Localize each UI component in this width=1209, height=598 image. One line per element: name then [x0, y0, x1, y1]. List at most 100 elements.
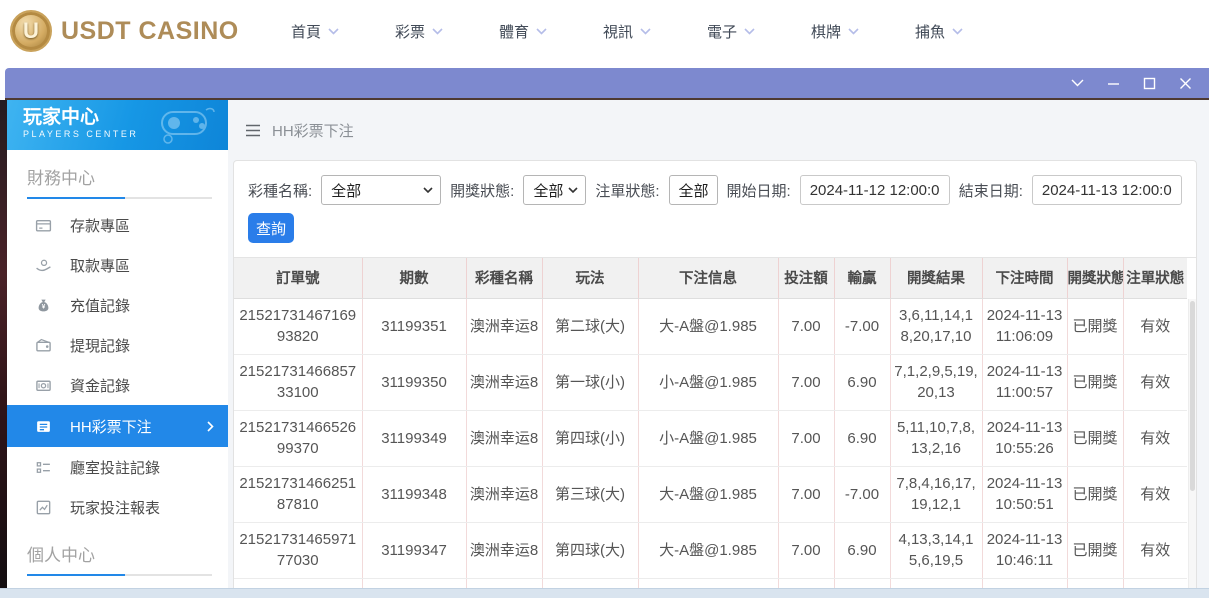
sidebar-item-room-bet-record[interactable]: 廳室投註記錄: [7, 447, 228, 487]
table-cell: 6.90: [834, 354, 891, 411]
table-cell: 7.00: [778, 466, 835, 523]
column-header: 注單狀態: [1123, 258, 1187, 299]
sidebar-item-recharge-record[interactable]: ¥ 充值記錄: [7, 285, 228, 325]
chevron-down-icon: [536, 27, 547, 35]
nav-label: 捕魚: [915, 23, 946, 41]
chevron-down-icon: [568, 187, 578, 193]
table-cell: 2024-11-13 11:06:09: [982, 298, 1068, 355]
table-cell: 有效: [1123, 522, 1187, 579]
table-cell: 4,13,3,14,15,6,19,5: [890, 522, 983, 579]
table-cell: 5,11,10,7,8,13,2,16: [890, 410, 983, 467]
window-maximize-icon[interactable]: [1142, 76, 1157, 91]
content-card: 彩種名稱: 全部 開獎狀態: 全部 注單狀態: 全部 開始日期: 2024-11…: [233, 160, 1197, 598]
chevron-right-icon: [207, 420, 214, 432]
hamburger-icon[interactable]: [245, 124, 261, 137]
nav-item-cards[interactable]: 棋牌: [811, 21, 915, 42]
nav-label: 首頁: [291, 23, 322, 41]
report-icon: [35, 499, 52, 516]
vertical-scrollbar[interactable]: [1188, 299, 1196, 598]
chevron-down-icon: [708, 189, 710, 191]
nav-label: 棋牌: [811, 23, 842, 41]
table-row: 2152173146597177030 31199347 澳洲幸运8 第四球(大) 大-…: [234, 522, 1187, 579]
filter-area: 彩種名稱: 全部 開獎狀態: 全部 注單狀態: 全部 開始日期: 2024-11…: [234, 161, 1196, 257]
sidebar-header: 玩家中心 PLAYERS CENTER: [7, 100, 228, 150]
draw-status-select[interactable]: 全部: [523, 175, 587, 205]
table-cell: 第四球(小): [542, 410, 639, 467]
lottery-name-select[interactable]: 全部: [321, 175, 442, 205]
nav-item-sports[interactable]: 體育: [499, 21, 603, 42]
room-record-icon: [35, 459, 52, 476]
table-header-row: 訂單號 期數 彩種名稱 玩法 下注信息 投注額 輸贏 開獎結果 下注時間 開獎狀態 注單狀態: [234, 258, 1187, 299]
sidebar-item-deposit[interactable]: 存款專區: [7, 205, 228, 245]
table-cell: 已開獎: [1067, 466, 1124, 523]
table-cell: 2024-11-13 11:00:57: [982, 354, 1068, 411]
nav-item-slots[interactable]: 電子: [707, 21, 811, 42]
chevron-down-icon: [432, 27, 443, 35]
sidebar-item-withdraw[interactable]: 取款專區: [7, 245, 228, 285]
table-cell: 第一球(小): [542, 354, 639, 411]
nav-item-fishing[interactable]: 捕魚: [915, 21, 1019, 42]
main-menu: 首頁 彩票 體育 視訊 電子 棋牌 捕魚: [291, 21, 1019, 42]
column-header: 開獎狀態: [1067, 258, 1124, 299]
table-row: 2152173146685733100 31199350 澳洲幸运8 第一球(小) 小-…: [234, 354, 1187, 411]
table-cell: 澳洲幸运8: [466, 354, 543, 411]
table-cell: 第三球(大): [542, 466, 639, 523]
table-cell: 2152173146625187810: [234, 466, 363, 523]
query-button[interactable]: 查詢: [248, 213, 294, 243]
table-cell: 3,6,11,14,18,20,17,10: [890, 298, 983, 355]
table-cell: 小-A盤@1.985: [638, 354, 779, 411]
table-cell: 31199351: [362, 298, 467, 355]
table-cell: 7.00: [778, 410, 835, 467]
table-cell: 2152173146716993820: [234, 298, 363, 355]
sidebar-item-funds-record[interactable]: 資金記錄: [7, 365, 228, 405]
table-cell: 有效: [1123, 410, 1187, 467]
column-header: 彩種名稱: [466, 258, 543, 299]
bets-table-zone: 訂單號 期數 彩種名稱 玩法 下注信息 投注額 輸贏 開獎結果 下注時間 開獎狀態 注單狀態 215…: [234, 257, 1196, 598]
scrollbar-thumb[interactable]: [1190, 301, 1195, 491]
window-close-icon[interactable]: [1178, 76, 1193, 91]
sidebar: 玩家中心 PLAYERS CENTER 財務中心 存款專區 取款專區 ¥ 充值記…: [0, 100, 228, 598]
column-header: 投注額: [778, 258, 835, 299]
chevron-down-icon: [423, 187, 433, 193]
section-divider: [27, 574, 212, 576]
sidebar-item-hh-lottery-bets[interactable]: HH彩票下注: [7, 405, 228, 447]
end-date-input[interactable]: [1031, 175, 1182, 205]
bets-table: 訂單號 期數 彩種名稱 玩法 下注信息 投注額 輸贏 開獎結果 下注時間 開獎狀態 注單狀態 215…: [234, 258, 1187, 598]
sidebar-item-label: 廳室投註記錄: [70, 459, 161, 477]
table-cell: 31199347: [362, 522, 467, 579]
nav-label: 體育: [499, 23, 530, 41]
filter-label-order-status: 注單狀態:: [595, 182, 660, 200]
nav-item-video[interactable]: 視訊: [603, 21, 707, 42]
window-titlebar[interactable]: [5, 68, 1209, 98]
table-cell: 大-A盤@1.985: [638, 298, 779, 355]
order-status-select[interactable]: 全部: [668, 175, 718, 205]
start-date-input[interactable]: [799, 175, 950, 205]
table-cell: 6.90: [834, 410, 891, 467]
filter-label-lottery-name: 彩種名稱:: [248, 182, 313, 200]
column-header: 訂單號: [234, 258, 363, 299]
sidebar-item-label: 取款專區: [70, 257, 131, 275]
table-cell: 澳洲幸运8: [466, 298, 543, 355]
sidebar-item-withdrawal-record[interactable]: 提現記錄: [7, 325, 228, 365]
sidebar-item-player-bet-report[interactable]: 玩家投注報表: [7, 487, 228, 527]
window-minimize-icon[interactable]: [1106, 76, 1121, 91]
breadcrumb: HH彩票下注: [228, 100, 1209, 160]
section-personal-center: 個人中心: [27, 546, 95, 565]
table-cell: 31199348: [362, 466, 467, 523]
table-cell: 2152173146652699370: [234, 410, 363, 467]
page-title: HH彩票下注: [272, 122, 354, 140]
chevron-down-icon: [640, 27, 651, 35]
hand-coin-icon: [35, 257, 52, 274]
sidebar-item-label: 提現記錄: [70, 337, 131, 355]
window-dropdown-icon[interactable]: [1070, 76, 1085, 91]
table-cell: -7.00: [834, 298, 891, 355]
chevron-down-icon: [328, 27, 339, 35]
sidebar-item-label: 玩家投注報表: [70, 499, 161, 517]
nav-item-home[interactable]: 首頁: [291, 21, 395, 42]
horizontal-scrollbar-track[interactable]: [0, 588, 1209, 598]
nav-item-lottery[interactable]: 彩票: [395, 21, 499, 42]
table-cell: 2152173146597177030: [234, 522, 363, 579]
site-logo[interactable]: U USDT CASINO: [10, 10, 242, 52]
table-cell: 31199350: [362, 354, 467, 411]
select-value: 全部: [331, 182, 362, 200]
